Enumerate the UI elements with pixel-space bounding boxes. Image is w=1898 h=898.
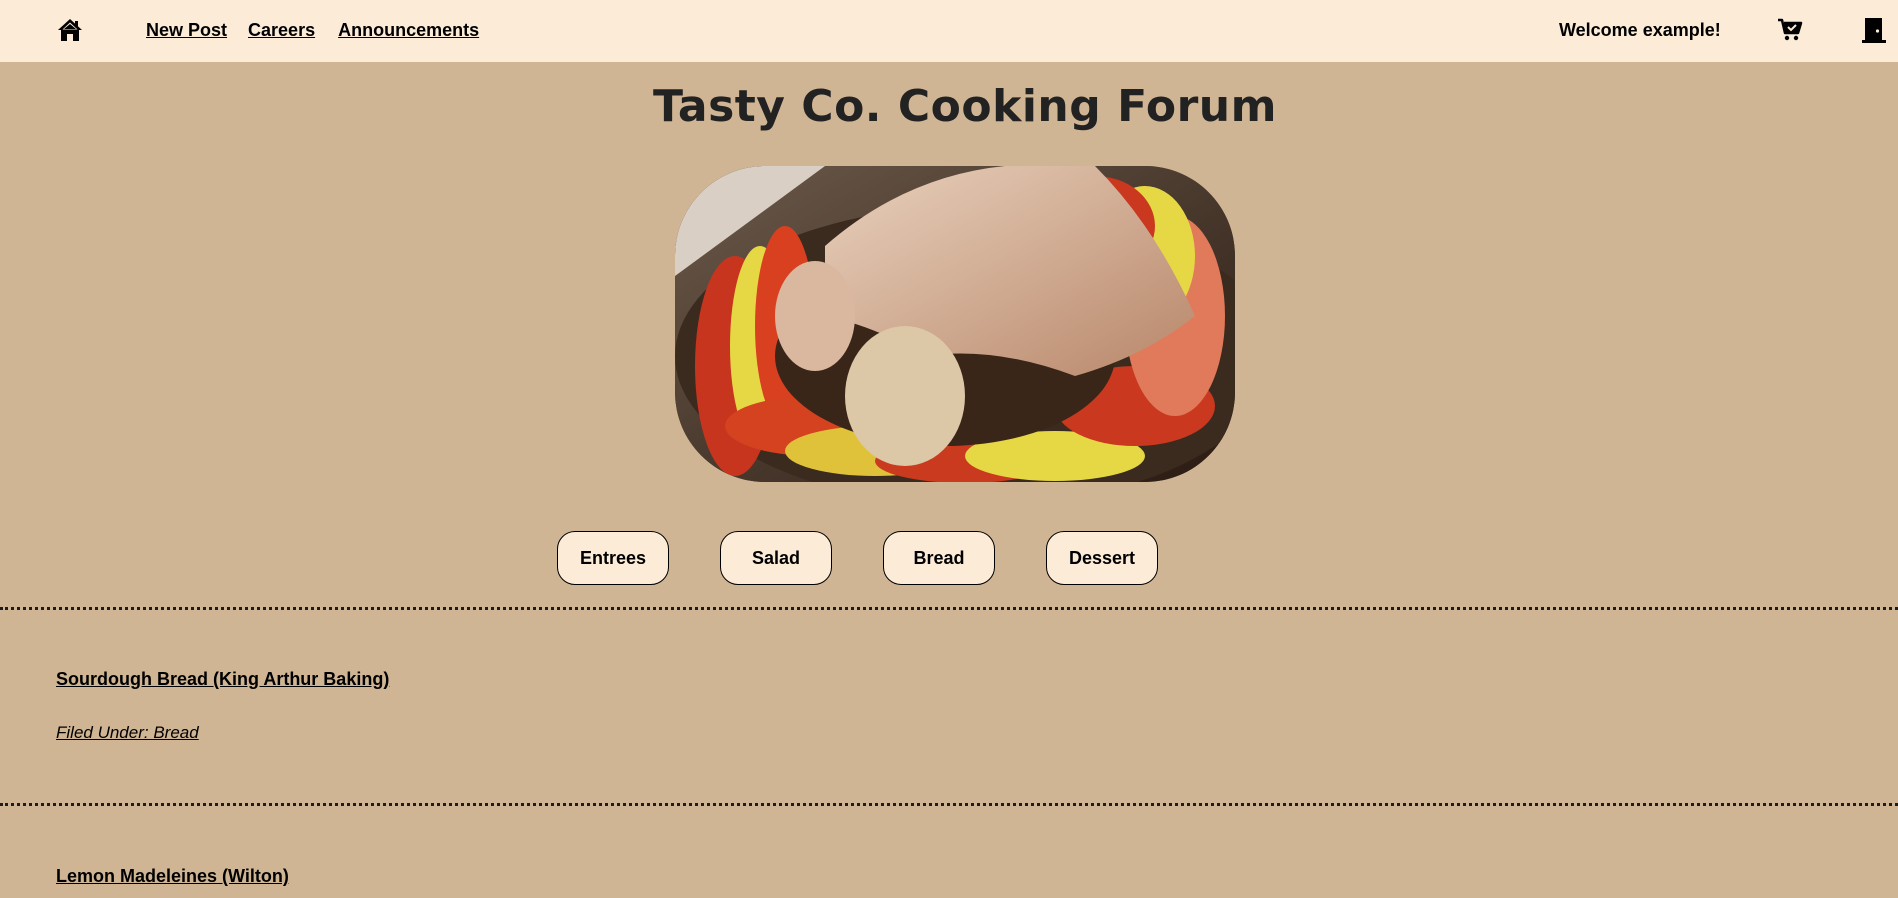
nav-careers[interactable]: Careers <box>248 19 315 41</box>
door-exit-icon <box>1862 18 1886 43</box>
post-divider <box>0 607 1898 610</box>
cart-icon <box>1778 18 1803 41</box>
post-title-link[interactable]: Lemon Madeleines (Wilton) <box>56 865 289 887</box>
hero-image <box>675 166 1235 482</box>
page-title: Tasty Co. Cooking Forum <box>653 81 1277 132</box>
ratatouille-arranging-photo <box>675 166 1235 482</box>
nav-announcements[interactable]: Announcements <box>338 19 479 41</box>
category-salad-button[interactable]: Salad <box>720 531 832 585</box>
cart-link[interactable] <box>1777 17 1803 43</box>
category-bread-button[interactable]: Bread <box>883 531 995 585</box>
category-entrees-button[interactable]: Entrees <box>557 531 669 585</box>
post-title-link[interactable]: Sourdough Bread (King Arthur Baking) <box>56 668 389 690</box>
post-category-link[interactable]: Filed Under: Bread <box>56 722 199 744</box>
nav-new-post[interactable]: New Post <box>146 19 227 41</box>
home-icon <box>58 19 82 41</box>
home-link[interactable] <box>56 16 84 44</box>
post-divider <box>0 803 1898 806</box>
main-nav: New Post Careers Announcements <box>146 19 500 41</box>
welcome-message: Welcome example! <box>1559 20 1721 40</box>
logout-link[interactable] <box>1862 16 1886 44</box>
top-navbar: New Post Careers Announcements Welcome e… <box>0 0 1898 62</box>
category-dessert-button[interactable]: Dessert <box>1046 531 1158 585</box>
